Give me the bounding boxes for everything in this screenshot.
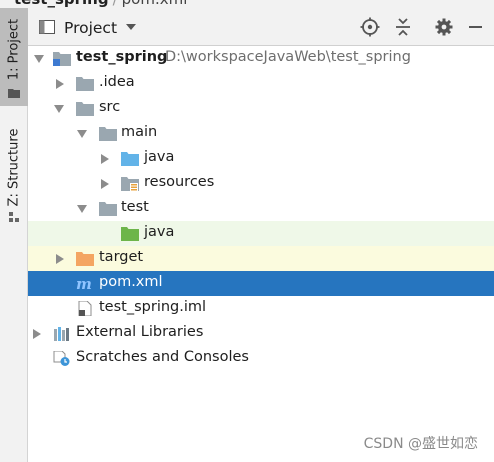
source-folder-icon (121, 152, 139, 166)
expand-chevron-down-icon[interactable] (77, 130, 87, 138)
folder-icon (8, 89, 20, 98)
tree-label-idea: .idea (99, 74, 135, 90)
root-project-path: D:\workspaceJavaWeb\test_spring (165, 49, 411, 65)
tree-label-main: main (121, 124, 158, 140)
tree-label-main-java: java (144, 149, 175, 165)
svg-text:m: m (76, 276, 92, 291)
tree-row-src[interactable]: src (28, 96, 494, 121)
expand-chevron-right-icon[interactable] (101, 179, 109, 189)
project-window-icon (39, 20, 55, 34)
project-panel-header: Project (28, 8, 494, 46)
module-folder-icon (53, 52, 71, 66)
tree-row-idea[interactable]: .idea (28, 71, 494, 96)
tree-label-target: target (99, 249, 144, 265)
side-tab-structure[interactable]: Z: Structure (0, 118, 28, 228)
expand-chevron-right-icon[interactable] (101, 154, 109, 164)
tree-row-root[interactable]: test_spring D:\workspaceJavaWeb\test_spr… (28, 46, 494, 71)
expand-chevron-down-icon[interactable] (77, 205, 87, 213)
tree-label-test: test (121, 199, 149, 215)
tree-row-resources[interactable]: resources (28, 171, 494, 196)
expand-chevron-right-icon[interactable] (56, 254, 64, 264)
tree-row-test[interactable]: test (28, 196, 494, 221)
tree-label-scratches: Scratches and Consoles (76, 349, 249, 365)
expand-chevron-right-icon[interactable] (56, 79, 64, 89)
root-project-name: test_spring (76, 49, 168, 65)
minimize-icon[interactable] (465, 17, 485, 37)
tool-window-strip: 1: Project Z: Structure (0, 8, 28, 462)
breadcrumb: test_spring / pom.xml (0, 0, 494, 8)
breadcrumb-separator: / (113, 0, 118, 8)
folder-icon (99, 202, 117, 216)
gear-icon[interactable] (434, 17, 454, 37)
tree-label-iml: test_spring.iml (99, 299, 207, 315)
collapse-all-icon[interactable] (393, 17, 413, 37)
breadcrumb-file[interactable]: pom.xml (122, 0, 188, 8)
expand-chevron-down-icon[interactable] (34, 55, 44, 63)
tree-row-main-java[interactable]: java (28, 146, 494, 171)
iml-file-icon (78, 301, 92, 316)
tree-row-test-java[interactable]: java (28, 221, 494, 246)
tree-label-src: src (99, 99, 121, 115)
tree-row-target[interactable]: target (28, 246, 494, 271)
folder-icon (76, 102, 94, 116)
expand-chevron-right-icon[interactable] (33, 329, 41, 339)
structure-icon (9, 212, 19, 222)
maven-icon: m (76, 276, 92, 291)
tree-row-scratches[interactable]: Scratches and Consoles (28, 346, 494, 371)
tree-row-main[interactable]: main (28, 121, 494, 146)
locate-icon[interactable] (360, 17, 380, 37)
library-icon (54, 327, 69, 341)
folder-icon (76, 77, 94, 91)
side-tab-project-label: 1: Project (6, 18, 22, 81)
test-folder-icon (121, 227, 139, 241)
tree-label-pom: pom.xml (99, 274, 163, 290)
tree-label-test-java: java (144, 224, 175, 240)
tree-row-external-libraries[interactable]: External Libraries (28, 321, 494, 346)
side-tab-structure-label: Z: Structure (6, 128, 22, 207)
breadcrumb-project[interactable]: test_spring (14, 0, 109, 8)
tree-row-pom[interactable]: m pom.xml (28, 271, 494, 296)
view-dropdown-chevron-down-icon[interactable] (126, 24, 136, 30)
resources-folder-icon (121, 177, 139, 191)
folder-icon (99, 127, 117, 141)
tree-row-iml[interactable]: test_spring.iml (28, 296, 494, 321)
panel-title[interactable]: Project (64, 19, 117, 37)
tree-label-resources: resources (144, 174, 215, 190)
project-tree: test_spring D:\workspaceJavaWeb\test_spr… (28, 46, 494, 462)
side-tab-project[interactable]: 1: Project (0, 8, 28, 106)
scratches-icon (53, 351, 70, 366)
excluded-folder-icon (76, 252, 94, 266)
expand-chevron-down-icon[interactable] (54, 105, 64, 113)
watermark: CSDN @盛世如恋 (363, 436, 478, 452)
tree-label-external-libraries: External Libraries (76, 324, 204, 340)
